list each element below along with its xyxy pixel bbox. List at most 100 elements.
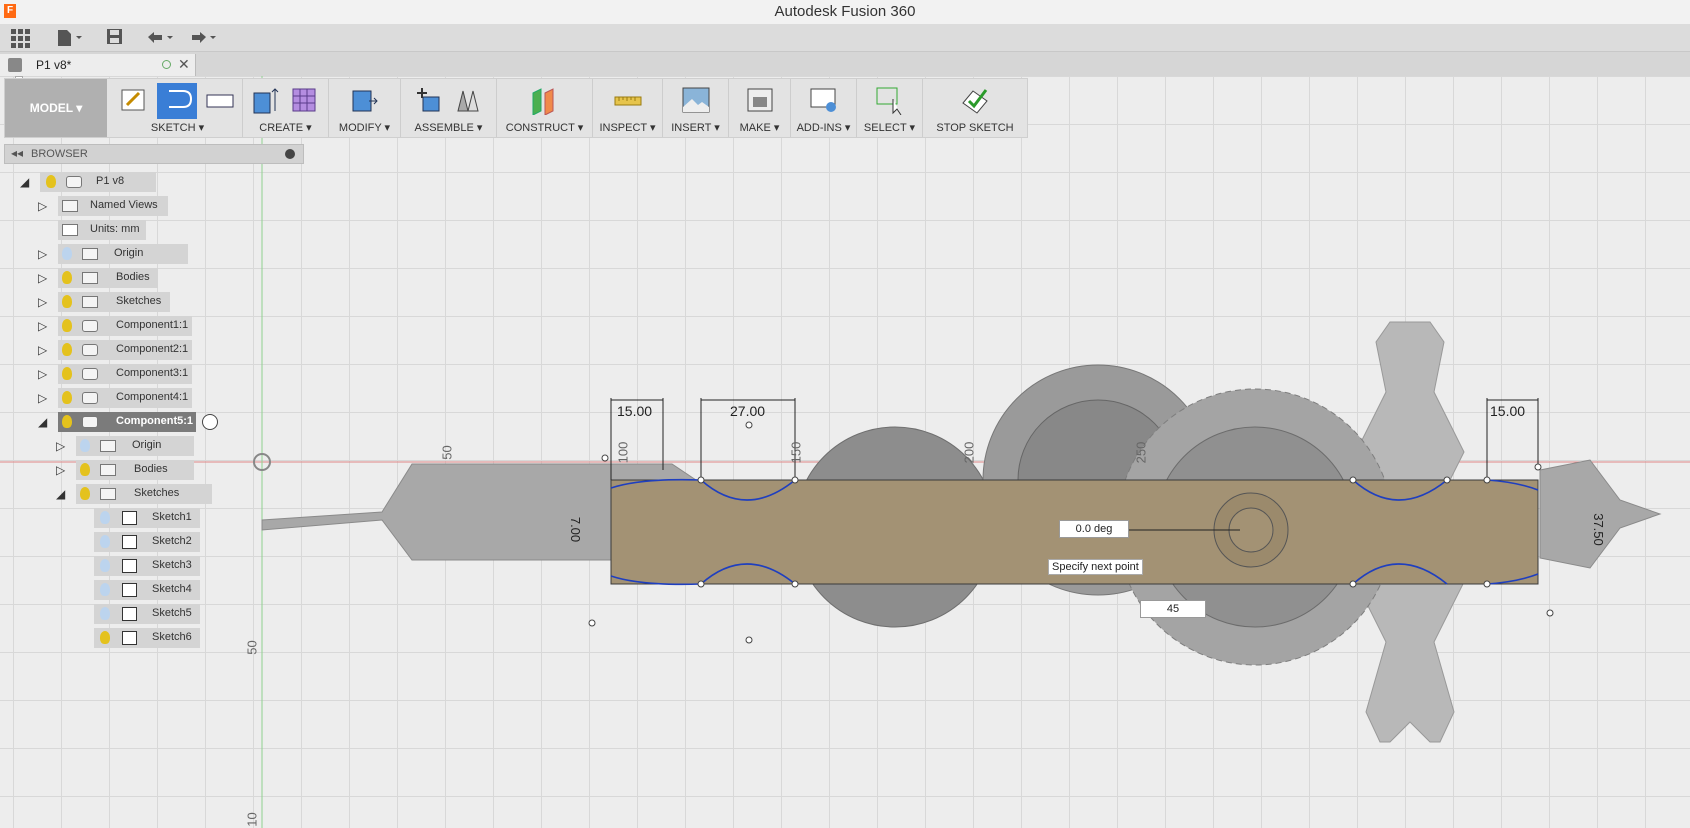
tree-label: Sketches (134, 487, 180, 499)
design-canvas[interactable] (0, 76, 1690, 828)
tree-label: Origin (114, 247, 144, 259)
visibility-bulb-icon[interactable] (62, 319, 72, 332)
visibility-bulb-icon[interactable] (62, 247, 72, 260)
rectangle-icon (206, 94, 234, 108)
visibility-bulb-icon[interactable] (80, 487, 90, 500)
visibility-bulb-icon[interactable] (62, 271, 72, 284)
activate-component-icon[interactable] (202, 414, 218, 430)
apps-grid-icon[interactable] (10, 28, 30, 48)
tree-label: Sketch1 (152, 511, 192, 523)
offset-plane-icon (532, 88, 554, 115)
visibility-bulb-icon[interactable] (62, 367, 72, 380)
component-icon (82, 320, 98, 332)
collapse-triangle-icon[interactable]: ◢ (56, 487, 70, 501)
dim-15-left[interactable]: 15.00 (617, 403, 652, 419)
quick-access-toolbar (0, 24, 1690, 52)
line-tool-active[interactable] (157, 83, 197, 119)
canvas-drawing (0, 76, 1690, 828)
workspace-switcher[interactable]: MODEL ▾ (5, 79, 107, 137)
create-group[interactable]: CREATE ▾ (243, 79, 329, 137)
extrude-icon (253, 88, 279, 114)
visibility-bulb-icon[interactable] (80, 439, 90, 452)
apps-grid-glyph (11, 29, 30, 48)
expand-triangle-icon[interactable]: ▷ (38, 343, 52, 357)
tree-label: Sketch2 (152, 535, 192, 547)
expand-triangle-icon[interactable]: ▷ (38, 295, 52, 309)
document-tab-label: P1 v8* (36, 58, 72, 72)
visibility-bulb-icon[interactable] (62, 415, 72, 428)
undo-icon[interactable] (145, 28, 177, 48)
component-icon (82, 344, 98, 356)
line-tool-icon (169, 90, 193, 108)
expand-triangle-icon[interactable]: ▷ (38, 367, 52, 381)
visibility-bulb-icon[interactable] (100, 535, 110, 548)
length-input[interactable]: 45 (1140, 600, 1206, 618)
angle-input[interactable]: 0.0 deg (1059, 520, 1129, 538)
stop-sketch-group[interactable]: STOP SKETCH (923, 79, 1027, 137)
tree-label: Component4:1 (116, 391, 189, 403)
tree-label: Component5:1 (116, 415, 193, 427)
dim-27[interactable]: 27.00 (730, 403, 765, 419)
make-group[interactable]: MAKE ▾ (729, 79, 791, 137)
browser-panel-header[interactable]: ◂◂ BROWSER (4, 144, 304, 164)
select-icon (876, 87, 902, 115)
dim-15-right[interactable]: 15.00 (1490, 403, 1525, 419)
ruler-label-200: 200 (961, 441, 977, 464)
ruler-label-100: 100 (615, 441, 631, 464)
add-ins-group[interactable]: ADD-INS ▾ (791, 79, 857, 137)
assemble-group[interactable]: ASSEMBLE ▾ (401, 79, 497, 137)
expand-triangle-icon[interactable]: ▷ (38, 391, 52, 405)
visibility-bulb-icon[interactable] (62, 391, 72, 404)
sketch-icon (122, 607, 137, 621)
folder-icon (100, 464, 116, 476)
inspect-group[interactable]: INSPECT ▾ (593, 79, 663, 137)
ruler-label-50: 50 (439, 445, 455, 460)
tree-label: Origin (132, 439, 162, 451)
main-toolbar: MODEL ▾ SKETCH ▾ CREATE ▾ MODIFY ▾ ASSEM… (4, 78, 1028, 138)
visibility-bulb-icon[interactable] (100, 607, 110, 620)
collapse-browser-icon[interactable]: ◂◂ (11, 146, 23, 160)
sketch-icon (122, 583, 137, 597)
dim-7[interactable]: 7.00 (568, 517, 583, 542)
expand-triangle-icon[interactable]: ▷ (56, 439, 70, 453)
form-icon (292, 88, 316, 112)
insert-group[interactable]: INSERT ▾ (663, 79, 729, 137)
component-icon (82, 392, 98, 404)
dim-37-5[interactable]: 37.50 (1591, 513, 1606, 546)
save-icon[interactable] (106, 28, 124, 48)
tree-label: Sketches (116, 295, 162, 307)
document-tab[interactable]: P1 v8* ✕ (0, 54, 196, 76)
document-icon (66, 176, 82, 188)
tree-label: Sketch5 (152, 607, 192, 619)
file-icon[interactable] (56, 28, 84, 48)
modify-group[interactable]: MODIFY ▾ (329, 79, 401, 137)
visibility-bulb-icon[interactable] (62, 343, 72, 356)
joint-icon (457, 90, 479, 112)
collapse-triangle-icon[interactable]: ◢ (20, 175, 34, 189)
sketch-icon (122, 631, 137, 645)
assemble-group-label: ASSEMBLE ▾ (414, 122, 483, 134)
visibility-bulb-icon[interactable] (46, 175, 56, 188)
close-tab-icon[interactable]: ✕ (178, 56, 190, 73)
expand-triangle-icon[interactable]: ▷ (56, 463, 70, 477)
visibility-bulb-icon[interactable] (100, 631, 110, 644)
visibility-bulb-icon[interactable] (62, 295, 72, 308)
sketch-group[interactable]: SKETCH ▾ (113, 79, 243, 137)
collapse-triangle-icon[interactable]: ◢ (38, 415, 52, 429)
visibility-bulb-icon[interactable] (80, 463, 90, 476)
visibility-bulb-icon[interactable] (100, 583, 110, 596)
folder-icon (100, 488, 116, 500)
browser-minimize-icon[interactable] (285, 149, 295, 159)
expand-triangle-icon[interactable]: ▷ (38, 271, 52, 285)
redo-icon[interactable] (188, 28, 220, 48)
expand-triangle-icon[interactable]: ▷ (38, 247, 52, 261)
expand-triangle-icon[interactable]: ▷ (38, 319, 52, 333)
component-icon (82, 416, 98, 428)
select-group[interactable]: SELECT ▾ (857, 79, 923, 137)
create-sketch-icon (121, 89, 145, 111)
units-icon (62, 224, 78, 236)
construct-group[interactable]: CONSTRUCT ▾ (497, 79, 593, 137)
expand-triangle-icon[interactable]: ▷ (38, 199, 52, 213)
visibility-bulb-icon[interactable] (100, 511, 110, 524)
visibility-bulb-icon[interactable] (100, 559, 110, 572)
